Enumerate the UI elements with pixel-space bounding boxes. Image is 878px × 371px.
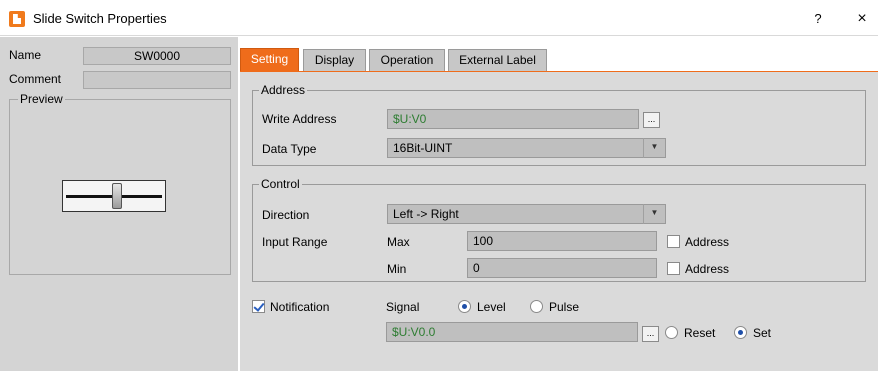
window-title: Slide Switch Properties (33, 11, 167, 26)
write-address-input[interactable]: $U:V0 (387, 109, 639, 129)
write-address-label: Write Address (262, 112, 337, 126)
direction-select[interactable]: Left -> Right ▼ (387, 204, 666, 224)
reset-label: Reset (684, 326, 716, 340)
max-address-checkbox[interactable] (667, 235, 680, 248)
max-input[interactable]: 100 (467, 231, 657, 251)
tab-display[interactable]: Display (303, 49, 366, 71)
data-type-select[interactable]: 16Bit-UINT ▼ (387, 138, 666, 158)
input-range-label: Input Range (262, 235, 328, 249)
switch-knob (112, 183, 122, 209)
help-button[interactable]: ? (808, 9, 828, 29)
tab-operation[interactable]: Operation (369, 49, 445, 71)
level-label: Level (477, 300, 506, 314)
min-label: Min (387, 262, 407, 276)
level-radio[interactable] (458, 300, 471, 313)
notification-address-input[interactable]: $U:V0.0 (386, 322, 638, 342)
tab-setting[interactable]: Setting (240, 48, 299, 72)
signal-label: Signal (386, 300, 420, 314)
tab-external-label[interactable]: External Label (448, 49, 547, 71)
slide-switch-preview (62, 180, 166, 212)
min-address-checkbox[interactable] (667, 262, 680, 275)
comment-label: Comment (9, 72, 62, 86)
name-field[interactable]: SW0000 (83, 47, 231, 65)
notification-address-browse-button[interactable]: ... (642, 326, 659, 342)
name-label: Name (9, 48, 42, 62)
setting-panel: Address Write Address $U:V0 ... Data Typ… (240, 71, 878, 371)
pulse-radio[interactable] (530, 300, 543, 313)
address-group: Address Write Address $U:V0 ... Data Typ… (252, 83, 866, 166)
chevron-down-icon: ▼ (643, 204, 665, 224)
data-type-value: 16Bit-UINT (393, 141, 453, 155)
reset-radio[interactable] (665, 326, 678, 339)
write-address-browse-button[interactable]: ... (643, 112, 660, 128)
min-address-label: Address (685, 262, 730, 276)
direction-label: Direction (262, 208, 310, 222)
data-type-label: Data Type (262, 142, 317, 156)
address-legend: Address (259, 83, 308, 97)
set-radio[interactable] (734, 326, 747, 339)
comment-field[interactable] (83, 71, 231, 89)
min-input[interactable]: 0 (467, 258, 657, 278)
notification-checkbox[interactable] (252, 300, 265, 313)
pulse-label: Pulse (549, 300, 580, 314)
max-label: Max (387, 235, 410, 249)
preview-label: Preview (18, 92, 65, 106)
chevron-down-icon: ▼ (643, 138, 665, 158)
notification-label: Notification (270, 300, 330, 314)
title-bar: Slide Switch Properties ? × (0, 0, 878, 36)
direction-value: Left -> Right (393, 207, 459, 221)
close-button[interactable]: × (852, 9, 872, 29)
set-label: Set (753, 326, 772, 340)
max-address-label: Address (685, 235, 730, 249)
control-group: Control Direction Left -> Right ▼ Input … (252, 177, 866, 282)
control-legend: Control (259, 177, 302, 191)
preview-group: Preview (9, 92, 231, 275)
app-icon (9, 11, 25, 27)
left-panel: Name SW0000 Comment Preview (0, 37, 238, 371)
